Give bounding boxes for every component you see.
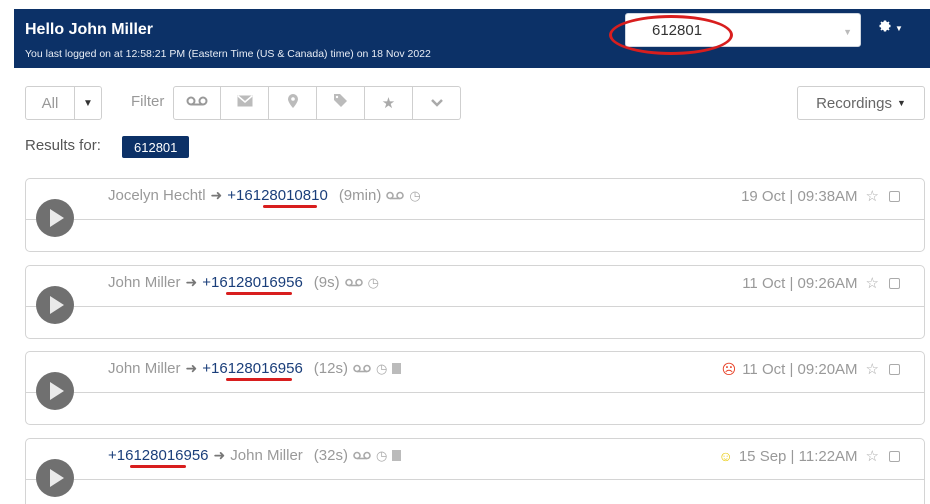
call-date: 15 Sep | 11:22AM xyxy=(738,447,858,465)
search-box[interactable]: ▼ xyxy=(625,13,861,47)
play-button[interactable] xyxy=(36,372,74,410)
star-icon[interactable]: ☆ xyxy=(866,447,879,465)
star-icon[interactable]: ☆ xyxy=(866,274,879,292)
settings-menu-button[interactable]: ▼ xyxy=(878,19,903,37)
clock-icon: ◷ xyxy=(409,187,421,203)
call-info: John Miller ➜ +16128016956 (12s) ◷ xyxy=(108,360,402,377)
neutral-face-icon: ☺ xyxy=(718,448,733,464)
play-button[interactable] xyxy=(36,459,74,497)
call-info: John Miller ➜ +16128016956 (9s) ◷ xyxy=(108,274,379,291)
filter-voicemail-button[interactable] xyxy=(173,86,221,120)
chevron-down-icon xyxy=(430,94,443,112)
row-divider xyxy=(26,392,924,393)
filter-tag-button[interactable] xyxy=(317,86,365,120)
annotation-underline xyxy=(226,292,292,295)
caller: John Miller xyxy=(108,360,181,377)
recording-item[interactable]: +16128016956 ➜ John Miller (32s) ◷ ☺ 15 … xyxy=(25,438,925,504)
arrow-right-icon: ➜ xyxy=(210,187,223,203)
duration: (9min) xyxy=(338,187,382,204)
all-dropdown-button[interactable]: All xyxy=(25,86,75,120)
filter-location-button[interactable] xyxy=(269,86,317,120)
call-meta: ☺ 15 Sep | 11:22AM ☆ xyxy=(719,447,900,465)
select-checkbox[interactable] xyxy=(889,277,900,289)
row-divider xyxy=(26,479,924,480)
call-meta: 19 Oct | 09:38AM ☆ xyxy=(741,187,900,205)
call-info: Jocelyn Hechtl ➜ +16128010810 (9min) ◷ xyxy=(108,187,421,204)
star-icon: ★ xyxy=(381,95,396,112)
transcript-icon xyxy=(392,450,402,461)
row-divider xyxy=(26,219,924,220)
filter-label: Filter xyxy=(131,93,165,110)
caller: John Miller xyxy=(108,274,181,291)
recordings-label: Recordings xyxy=(816,94,892,112)
envelope-icon xyxy=(237,94,253,112)
chevron-down-icon: ▼ xyxy=(896,98,906,108)
map-pin-icon xyxy=(287,93,298,113)
voicemail-icon xyxy=(386,189,405,203)
call-date: 11 Oct | 09:20AM xyxy=(742,360,858,378)
greeting: Hello John Miller xyxy=(25,21,154,38)
select-checkbox[interactable] xyxy=(889,190,900,202)
duration: (9s) xyxy=(313,274,340,291)
arrow-right-icon: ➜ xyxy=(185,274,198,290)
call-date: 19 Oct | 09:38AM xyxy=(741,187,858,205)
search-input[interactable] xyxy=(652,20,802,40)
voicemail-icon xyxy=(344,276,363,290)
arrow-right-icon: ➜ xyxy=(185,360,198,376)
call-meta: 11 Oct | 09:26AM ☆ xyxy=(742,274,900,292)
callee-number[interactable]: +16128016956 xyxy=(202,274,303,291)
filter-message-button[interactable] xyxy=(221,86,269,120)
select-checkbox[interactable] xyxy=(889,363,900,375)
callee-number[interactable]: +16128016956 xyxy=(202,360,303,377)
results-label: Results for: xyxy=(25,137,101,154)
tag-icon xyxy=(334,94,347,112)
results-query-badge: 612801 xyxy=(122,136,190,158)
last-login-text: You last logged on at 12:58:21 PM (Easte… xyxy=(25,48,431,60)
filter-star-button[interactable]: ★ xyxy=(365,86,413,120)
duration: (32s) xyxy=(313,447,348,464)
call-meta: ☹ 11 Oct | 09:20AM ☆ xyxy=(722,360,900,378)
arrow-right-icon: ➜ xyxy=(213,447,226,463)
play-button[interactable] xyxy=(36,199,74,237)
annotation-underline xyxy=(130,465,186,468)
recording-item[interactable]: Jocelyn Hechtl ➜ +16128010810 (9min) ◷ 1… xyxy=(25,178,925,252)
recording-item[interactable]: John Miller ➜ +16128016956 (9s) ◷ 11 Oct… xyxy=(25,265,925,339)
clock-icon: ◷ xyxy=(375,447,388,463)
voicemail-icon xyxy=(353,362,371,376)
chevron-down-icon[interactable]: ▼ xyxy=(843,27,852,37)
voicemail-icon xyxy=(186,94,208,112)
star-icon[interactable]: ☆ xyxy=(866,187,879,205)
sad-face-icon: ☹ xyxy=(721,360,737,377)
voicemail-icon xyxy=(353,449,371,463)
recording-item[interactable]: John Miller ➜ +16128016956 (12s) ◷ ☹ 11 … xyxy=(25,351,925,425)
row-divider xyxy=(26,306,924,307)
caller: Jocelyn Hechtl xyxy=(108,187,206,204)
chevron-down-icon: ▼ xyxy=(895,23,903,33)
filter-group: ★ xyxy=(173,86,461,120)
clock-icon: ◷ xyxy=(375,360,388,376)
annotation-underline xyxy=(263,205,317,208)
filter-more-button[interactable] xyxy=(413,86,461,120)
select-checkbox[interactable] xyxy=(889,450,900,462)
duration: (12s) xyxy=(313,360,348,377)
all-dropdown-toggle[interactable]: ▼ xyxy=(74,86,102,120)
transcript-icon xyxy=(392,363,402,374)
annotation-underline xyxy=(226,378,292,381)
callee-number[interactable]: +16128010810 xyxy=(227,187,328,204)
call-info: +16128016956 ➜ John Miller (32s) ◷ xyxy=(108,447,402,464)
play-button[interactable] xyxy=(36,286,74,324)
recordings-dropdown-button[interactable]: Recordings ▼ xyxy=(797,86,925,120)
toolbar: All ▼ Filter ★ Recordings ▼ xyxy=(25,86,925,122)
callee: John Miller xyxy=(230,447,303,464)
caller-number[interactable]: +16128016956 xyxy=(108,447,209,464)
clock-icon: ◷ xyxy=(367,274,379,290)
call-date: 11 Oct | 09:26AM xyxy=(742,274,858,292)
star-icon[interactable]: ☆ xyxy=(866,360,879,378)
gear-icon xyxy=(878,19,892,37)
